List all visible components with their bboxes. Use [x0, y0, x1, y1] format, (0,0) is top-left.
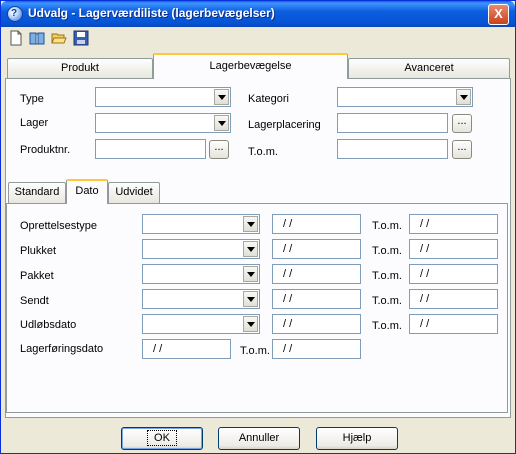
lagerforingsdato-from-input[interactable]: / / [142, 339, 231, 359]
help-button[interactable]: Hjælp [316, 427, 398, 450]
dropdown-arrow-icon[interactable] [243, 216, 258, 232]
date-from-input[interactable]: / / [272, 314, 361, 334]
tab-udvidet[interactable]: Udvidet [108, 182, 160, 203]
close-button[interactable]: X [488, 4, 509, 25]
tom-label: T.o.m. [240, 345, 270, 357]
date-row-combo[interactable] [142, 314, 260, 334]
date-from-input[interactable]: / / [272, 289, 361, 309]
dropdown-arrow-icon[interactable] [243, 291, 258, 307]
tom-label: T.o.m. [372, 220, 402, 232]
kategori-combo[interactable] [337, 87, 473, 107]
lagerforingsdato-to-input[interactable]: / / [272, 339, 361, 359]
date-row-combo[interactable] [142, 264, 260, 284]
lagerforingsdato-label: Lagerføringsdato [20, 343, 104, 355]
lagerplacering-tom-input[interactable] [337, 139, 448, 159]
date-from-input[interactable]: / / [272, 264, 361, 284]
date-row-combo[interactable] [142, 214, 260, 234]
date-row-label: Oprettelsestype [20, 220, 98, 232]
date-row-label: Sendt [20, 295, 49, 307]
produktnr-input[interactable] [95, 139, 206, 159]
ok-button-label: OK [147, 430, 177, 446]
tom-label: T.o.m. [248, 146, 278, 158]
title-bar[interactable]: ? Udvalg - Lagerværdiliste (lagerbevægel… [1, 1, 515, 27]
cancel-button[interactable]: Annuller [218, 427, 300, 450]
dropdown-arrow-icon[interactable] [243, 316, 258, 332]
date-row-label: Udløbsdato [20, 319, 77, 331]
window-title: Udvalg - Lagerværdiliste (lagerbevægelse… [28, 6, 275, 20]
lagerplacering-input[interactable] [337, 113, 448, 133]
tom-label: T.o.m. [372, 320, 402, 332]
type-combo[interactable] [95, 87, 231, 107]
open-folder-icon[interactable] [51, 30, 67, 46]
produktnr-lookup-button[interactable]: ... [209, 140, 229, 159]
tab-dato[interactable]: Dato [66, 179, 108, 204]
lagerplacering-tom-lookup-button[interactable]: ... [452, 140, 472, 159]
tom-label: T.o.m. [372, 295, 402, 307]
date-row-label: Plukket [20, 245, 57, 257]
save-icon[interactable] [73, 30, 89, 46]
tab-lagerbevaegelse[interactable]: Lagerbevægelse [153, 53, 348, 79]
dropdown-arrow-icon[interactable] [214, 89, 229, 105]
kategori-label: Kategori [248, 93, 289, 105]
tab-avanceret[interactable]: Avanceret [348, 58, 510, 78]
tom-label: T.o.m. [372, 270, 402, 282]
date-from-input[interactable]: / / [272, 239, 361, 259]
date-to-input[interactable]: / / [409, 289, 498, 309]
date-to-input[interactable]: / / [409, 264, 498, 284]
main-tab-bar: Produkt Lagerbevægelse Avanceret [5, 53, 511, 79]
date-to-input[interactable]: / / [409, 314, 498, 334]
new-document-icon[interactable] [8, 30, 24, 46]
type-label: Type [20, 93, 44, 105]
tab-produkt[interactable]: Produkt [7, 58, 153, 78]
dropdown-arrow-icon[interactable] [456, 89, 471, 105]
toolbar [5, 28, 105, 48]
lager-label: Lager [20, 117, 49, 129]
lagerplacering-lookup-button[interactable]: ... [452, 114, 472, 133]
date-row-combo[interactable] [142, 239, 260, 259]
dropdown-arrow-icon[interactable] [214, 115, 229, 131]
tab-standard[interactable]: Standard [8, 182, 66, 203]
sub-tab-bar: Standard Dato Udvidet [6, 179, 496, 205]
produktnr-label: Produktnr. [20, 144, 71, 156]
book-icon[interactable] [29, 30, 45, 46]
ok-button[interactable]: OK [121, 427, 203, 450]
date-row-combo[interactable] [142, 289, 260, 309]
dropdown-arrow-icon[interactable] [243, 266, 258, 282]
date-row-label: Pakket [20, 270, 54, 282]
dialog-window: ? Udvalg - Lagerværdiliste (lagerbevægel… [0, 0, 516, 454]
lager-combo[interactable] [95, 113, 231, 133]
tom-label: T.o.m. [372, 245, 402, 257]
lagerplacering-label: Lagerplacering [248, 119, 321, 131]
date-to-input[interactable]: / / [409, 214, 498, 234]
date-to-input[interactable]: / / [409, 239, 498, 259]
dropdown-arrow-icon[interactable] [243, 241, 258, 257]
app-icon: ? [7, 6, 23, 22]
date-from-input[interactable]: / / [272, 214, 361, 234]
